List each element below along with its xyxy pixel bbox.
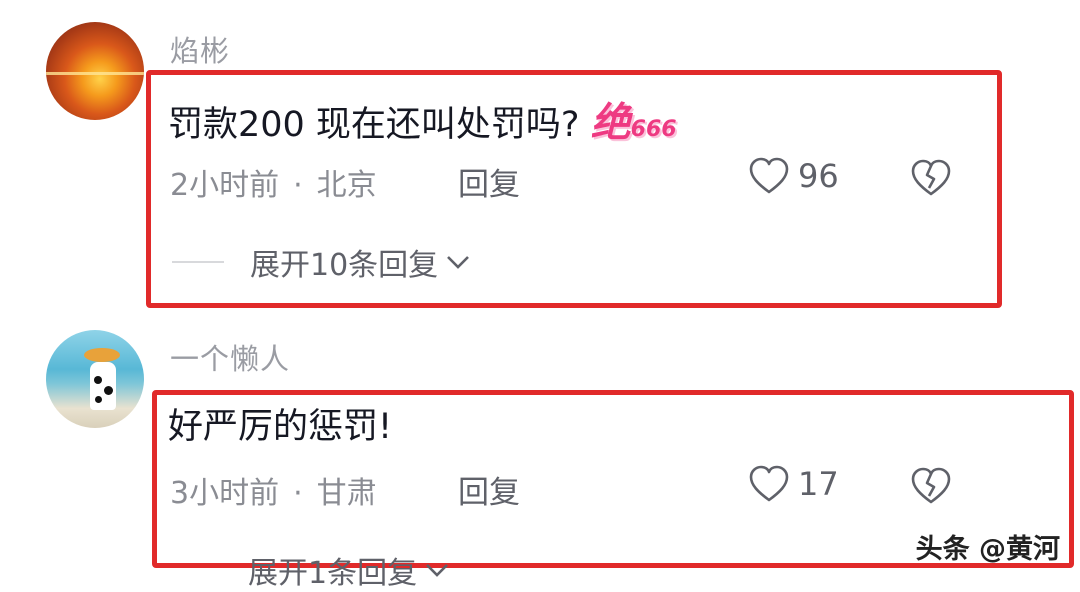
expand-replies-button[interactable]: 展开10条回复 [172, 240, 472, 284]
expand-divider [172, 261, 224, 263]
comment-text-body: 罚款200 现在还叫处罚吗? [168, 105, 580, 145]
expand-label: 展开10条回复 [250, 248, 439, 283]
meta-separator: · [293, 168, 303, 203]
avatar-spot [94, 376, 102, 384]
like-count: 96 [798, 157, 839, 195]
comment-username[interactable]: 焰彬 [170, 28, 230, 70]
broken-heart-icon [910, 158, 952, 198]
comment-text: 罚款200 现在还叫处罚吗? 绝666 [168, 90, 677, 148]
chevron-down-icon [444, 245, 472, 280]
comment-location: 北京 [316, 168, 377, 203]
avatar-spot [104, 386, 113, 395]
comment-meta: 2小时前 · 北京 [170, 160, 377, 204]
expand-replies-button[interactable]: 展开1条回复 [248, 548, 451, 592]
comment-sticker: 绝666 [591, 100, 677, 146]
reply-button[interactable]: 回复 [458, 467, 520, 512]
reply-button[interactable]: 回复 [458, 159, 520, 204]
comment-username[interactable]: 一个懒人 [170, 336, 290, 378]
comment-time: 2小时前 [170, 168, 280, 203]
avatar[interactable] [46, 22, 144, 120]
avatar-hat [84, 348, 120, 362]
like-button[interactable]: 17 [748, 464, 839, 504]
sticker-main: 绝 [590, 100, 631, 146]
comment-time: 3小时前 [170, 476, 280, 511]
heart-outline-icon [748, 464, 790, 504]
comment-meta: 3小时前 · 甘肃 [170, 468, 377, 512]
meta-separator: · [293, 476, 303, 511]
like-count: 17 [798, 465, 839, 503]
watermark: 头条 @黄河 [915, 534, 1060, 565]
avatar-figure [90, 362, 116, 410]
like-button[interactable]: 96 [748, 156, 839, 196]
sticker-small: 666 [630, 117, 677, 142]
heart-outline-icon [748, 156, 790, 196]
expand-label: 展开1条回复 [248, 556, 418, 591]
chevron-down-icon [423, 553, 451, 588]
dislike-button[interactable] [910, 158, 952, 198]
avatar-spot [95, 396, 102, 403]
comment-text: 好严厉的惩罚! [168, 407, 393, 447]
avatar[interactable] [46, 330, 144, 428]
dislike-button[interactable] [910, 466, 952, 506]
comment-location: 甘肃 [316, 476, 377, 511]
avatar-horizon [46, 72, 144, 75]
broken-heart-icon [910, 466, 952, 506]
